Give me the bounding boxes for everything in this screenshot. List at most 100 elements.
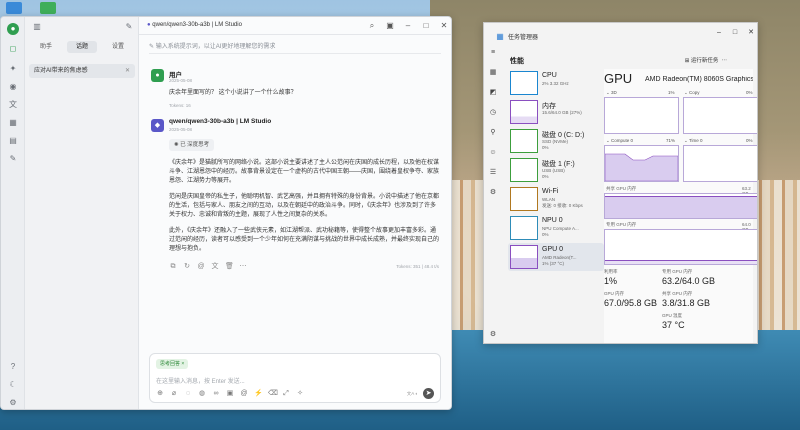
close-button[interactable]: ✕ xyxy=(746,28,756,38)
model-avatar: ◆ xyxy=(151,119,164,132)
link-icon[interactable]: ∞ xyxy=(212,390,220,398)
engine-graph-3d xyxy=(604,97,679,134)
resource-item[interactable]: 内存 15.6/64.0 GB (27%) xyxy=(508,98,604,126)
attach-icon[interactable]: ⌀ xyxy=(170,390,178,398)
shared-mem-graph xyxy=(604,193,757,219)
resource-list: CPU 2% 3.32 GHz 内存 15.6/64.0 GB (27%) 磁盘 0 (… xyxy=(508,69,604,343)
shared-stat-value: 3.8/31.8 GB xyxy=(662,298,711,308)
menu-icon[interactable]: ≡ xyxy=(489,49,497,57)
theme-icon[interactable]: ☾ xyxy=(7,379,19,391)
dedicated-stat-label: 专用 GPU 内存 xyxy=(662,269,693,274)
layout-icon[interactable]: ▣ xyxy=(385,21,395,31)
delete-icon[interactable]: 🗑 xyxy=(225,263,234,271)
tab-topics[interactable]: 话题 xyxy=(67,41,97,53)
desktop-icon-green[interactable] xyxy=(40,2,56,14)
input-toolbar: ⊕ ⌀ ◌ ◍ ∞ ▣ @ ⚡ ⌫ ⤢ ✧ xyxy=(156,390,304,398)
conversation-item[interactable]: 应对AI带来的焦虑感 ✕ xyxy=(29,64,135,78)
new-chat-icon[interactable]: ✎ xyxy=(123,21,135,33)
translate-icon[interactable]: 文 xyxy=(211,263,219,271)
details-icon[interactable]: ☰ xyxy=(489,169,497,177)
chat-icon[interactable]: ◻ xyxy=(7,43,19,55)
sidebar-toggle-icon[interactable]: ▥ xyxy=(31,21,43,33)
input-placeholder: 在这里输入消息，按 Enter 发送... xyxy=(156,379,245,385)
thought-toggle[interactable]: ✺ 已 深度思考 xyxy=(169,139,215,151)
tab-settings[interactable]: 设置 xyxy=(103,41,133,53)
answer-paragraph-2: 范闲是庆国皇帝的私生子，他聪明机智、武艺高强，并且拥有特殊的身份背景。小说中描述… xyxy=(169,194,440,218)
run-task-button[interactable]: ⊞ 运行新任务 ⋯ xyxy=(685,56,727,64)
engine-label-compute: ⌄ Compute 0 xyxy=(606,138,634,143)
more-icon[interactable]: ⋯ xyxy=(239,263,247,271)
settings-icon[interactable]: ⚙ xyxy=(489,331,497,339)
help-icon[interactable]: ? xyxy=(7,361,19,373)
minimize-button[interactable]: – xyxy=(714,28,724,38)
message-input[interactable]: 思考回答 × 在这里输入消息，按 Enter 发送... ⊕ ⌀ ◌ ◍ ∞ ▣… xyxy=(149,353,441,403)
model-dot-icon: ● xyxy=(147,22,151,28)
search-icon[interactable]: ⌕ xyxy=(367,21,377,31)
token-stats: Tokens: 351 | 48.4 t/s xyxy=(396,264,439,269)
resource-item[interactable]: CPU 2% 3.32 GHz xyxy=(508,69,604,97)
resource-item[interactable]: NPU 0 NPU Compute A... 0% xyxy=(508,214,604,242)
engine-label-copy: ⌄ Copy xyxy=(684,90,700,95)
maximize-button[interactable]: □ xyxy=(730,28,740,38)
system-prompt-field[interactable]: ✎ 输入系统提示词，以让AI更好地理解您的需求 xyxy=(149,41,441,54)
resource-item[interactable]: 磁盘 1 (F:) USB (USB) 0% xyxy=(508,156,604,184)
services-icon[interactable]: ⚙ xyxy=(489,189,497,197)
sparkle-icon[interactable]: ✦ xyxy=(7,63,19,75)
message-actions: ⧉ ↻ @ 文 🗑 ⋯ xyxy=(169,263,247,271)
reasoning-chip[interactable]: 思考回答 × xyxy=(156,359,189,369)
resource-subtext: USB (USB) xyxy=(542,168,565,173)
user-message: 庆余年里面写的？ 这个小说讲了一个什么故事？ xyxy=(169,90,297,96)
resource-subtext: 0% xyxy=(542,232,549,237)
resource-subtext: SSD (NVMe) xyxy=(542,139,569,144)
expand-icon[interactable]: ⤢ xyxy=(282,390,290,398)
history-icon[interactable]: ◷ xyxy=(489,109,497,117)
palette-icon[interactable]: ◉ xyxy=(7,81,19,93)
shared-mem-label: 共享 GPU 内存 xyxy=(606,186,637,191)
close-button[interactable]: ✕ xyxy=(439,21,449,31)
globe-icon[interactable]: ◍ xyxy=(198,390,206,398)
gpu-detail: GPU AMD Radeon(TM) 8060S Graphics ⌄ 3D 1… xyxy=(604,69,757,343)
resource-item[interactable]: 磁盘 0 (C: D:) SSD (NVMe) 0% xyxy=(508,127,604,155)
app-icon: ▦ xyxy=(496,32,504,41)
quick-phrase-icon[interactable]: ⚡ xyxy=(254,390,263,398)
gpu-model: AMD Radeon(TM) 8060S Graphics xyxy=(645,76,753,83)
resource-name: Wi-Fi xyxy=(542,188,559,195)
resource-item[interactable]: Wi-Fi WLAN 发送: 0 接收: 0 Kbps xyxy=(508,185,604,213)
desktop-icon-blue[interactable] xyxy=(6,2,22,14)
translate-icon[interactable]: 文 xyxy=(7,99,19,111)
plus-icon[interactable]: ⊕ xyxy=(156,390,164,398)
minimize-button[interactable]: – xyxy=(403,21,413,31)
copy-icon[interactable]: ⧉ xyxy=(169,263,177,271)
image-icon[interactable]: ▣ xyxy=(226,390,234,398)
processes-icon[interactable]: ▦ xyxy=(489,69,497,77)
at-icon[interactable]: @ xyxy=(240,390,248,398)
tab-assistant[interactable]: 助手 xyxy=(31,41,61,53)
lm-left-rail: ● ◻ ✦ ◉ 文 ▦ ▤ ✎ ? ☾ ⚙ xyxy=(1,17,25,409)
files-icon[interactable]: ▤ xyxy=(7,135,19,147)
eraser-icon[interactable]: ✧ xyxy=(296,390,304,398)
dedicated-mem-graph xyxy=(604,229,757,265)
user-tokens: Tokens: 16 xyxy=(169,103,191,108)
at-icon[interactable]: @ xyxy=(197,263,205,271)
clear-icon[interactable]: ⌫ xyxy=(268,390,278,398)
maximize-button[interactable]: □ xyxy=(421,21,431,31)
dedicated-stat-value: 63.2/64.0 GB xyxy=(662,276,716,286)
engine-graph-time xyxy=(683,145,757,182)
grid-icon[interactable]: ▦ xyxy=(7,117,19,129)
startup-icon[interactable]: ⚲ xyxy=(489,129,497,137)
close-icon[interactable]: ✕ xyxy=(125,64,130,78)
engine-pct-time: 0% xyxy=(746,138,753,143)
users-icon[interactable]: ☺ xyxy=(489,149,497,157)
resource-thumbnail xyxy=(510,129,538,153)
avatar-icon[interactable]: ● xyxy=(7,23,19,35)
resource-item[interactable]: GPU 0 AMD Radeon(T... 1% (37 °C) xyxy=(508,243,604,271)
settings-icon[interactable]: ⚙ xyxy=(7,397,19,409)
resource-subtext: 2% 3.32 GHz xyxy=(542,81,569,86)
lightbulb-icon[interactable]: ◌ xyxy=(184,390,192,398)
tm-title: 任务管理器 xyxy=(508,35,539,41)
send-button[interactable]: ➤ xyxy=(423,388,434,399)
regenerate-icon[interactable]: ↻ xyxy=(183,263,191,271)
performance-icon[interactable]: ◩ xyxy=(489,89,497,97)
notes-icon[interactable]: ✎ xyxy=(7,153,19,165)
language-icon[interactable]: 文A ◐ xyxy=(407,391,418,397)
